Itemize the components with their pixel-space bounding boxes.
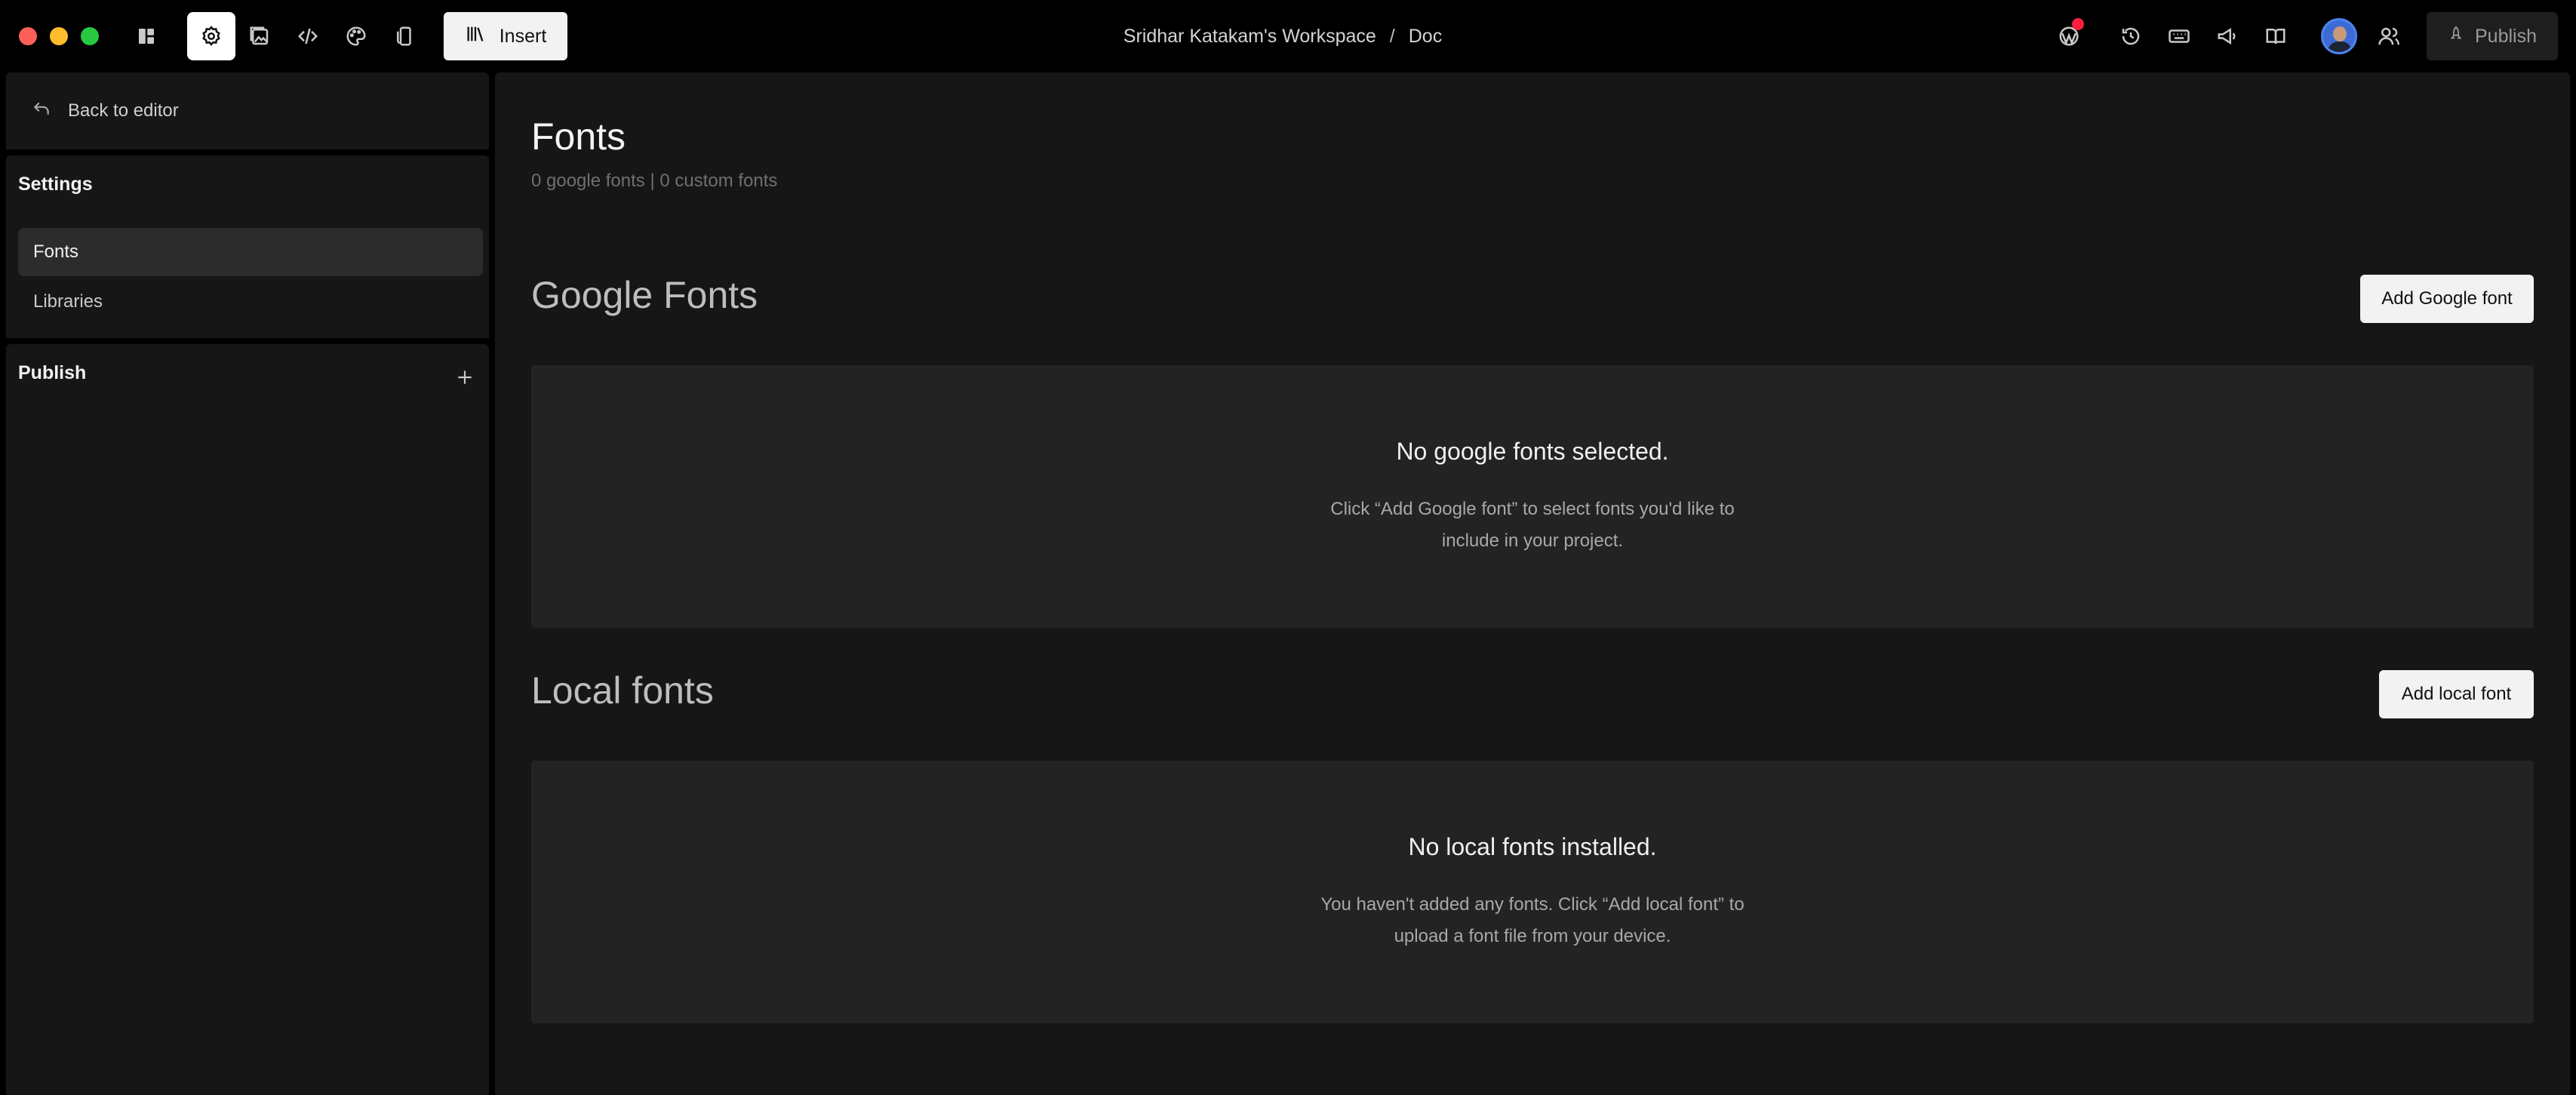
add-publish-button[interactable] (447, 359, 483, 395)
window-minimize-button[interactable] (50, 27, 68, 45)
wordpress-icon[interactable] (2046, 14, 2092, 59)
rocket-icon (2448, 26, 2464, 48)
back-to-editor-link[interactable]: Back to editor (6, 72, 489, 149)
docs-icon[interactable] (2253, 14, 2298, 59)
main-content: Fonts 0 google fonts | 0 custom fonts Go… (495, 72, 2570, 1095)
breadcrumb-workspace[interactable]: Sridhar Katakam's Workspace (1124, 26, 1376, 48)
users-icon[interactable] (2366, 14, 2412, 59)
insert-label: Insert (499, 25, 547, 47)
publish-button[interactable]: Publish (2427, 12, 2558, 60)
google-fonts-empty-state: No google fonts selected. Click “Add Goo… (531, 365, 2534, 628)
local-empty-title: No local fonts installed. (1408, 833, 1657, 860)
google-fonts-title: Google Fonts (531, 274, 758, 316)
settings-icon[interactable] (187, 12, 235, 60)
google-empty-description: Click “Add Google font” to select fonts … (1330, 499, 1735, 551)
add-local-font-button[interactable]: Add local font (2379, 670, 2534, 718)
avatar[interactable] (2321, 18, 2357, 54)
page-title: Fonts (531, 115, 626, 158)
window-maximize-button[interactable] (81, 27, 99, 45)
page-subtitle: 0 google fonts | 0 custom fonts (531, 171, 778, 191)
add-google-font-button[interactable]: Add Google font (2360, 275, 2534, 323)
google-empty-title: No google fonts selected. (1396, 438, 1669, 465)
local-fonts-title: Local fonts (531, 669, 714, 712)
palette-icon[interactable] (332, 12, 380, 60)
history-icon[interactable] (2108, 14, 2153, 59)
responsive-icon[interactable] (380, 12, 429, 60)
local-fonts-empty-state: No local fonts installed. You haven't ad… (531, 761, 2534, 1023)
publish-label: Publish (2475, 25, 2537, 47)
breadcrumb-separator: / (1389, 25, 1395, 47)
keyboard-icon[interactable] (2156, 14, 2202, 59)
insert-button[interactable]: Insert (444, 12, 567, 60)
window-close-button[interactable] (19, 27, 37, 45)
top-bar: Insert Sridhar Katakam's Workspace / Doc (0, 0, 2576, 71)
sidebar-item-fonts[interactable]: Fonts (18, 228, 483, 276)
notification-dot (2072, 18, 2084, 30)
publish-panel: Publish (6, 344, 489, 1095)
back-arrow-icon (32, 99, 51, 124)
publish-title: Publish (18, 362, 87, 383)
layout-icon[interactable] (122, 12, 171, 60)
code-icon[interactable] (284, 12, 332, 60)
back-to-editor-label: Back to editor (68, 100, 179, 121)
library-icon (465, 23, 486, 50)
settings-panel: Settings Fonts Libraries (6, 155, 489, 338)
app-window: Insert Sridhar Katakam's Workspace / Doc (0, 0, 2576, 1095)
announcement-icon[interactable] (2205, 14, 2250, 59)
plus-icon (458, 371, 472, 384)
sidebar-item-libraries[interactable]: Libraries (18, 278, 483, 326)
breadcrumb-doc[interactable]: Doc (1409, 26, 1442, 48)
settings-title: Settings (18, 174, 93, 195)
media-icon[interactable] (235, 12, 284, 60)
local-empty-description: You haven't added any fonts. Click “Add … (1320, 894, 1744, 946)
breadcrumb: Sridhar Katakam's Workspace / Doc (1056, 23, 1509, 50)
